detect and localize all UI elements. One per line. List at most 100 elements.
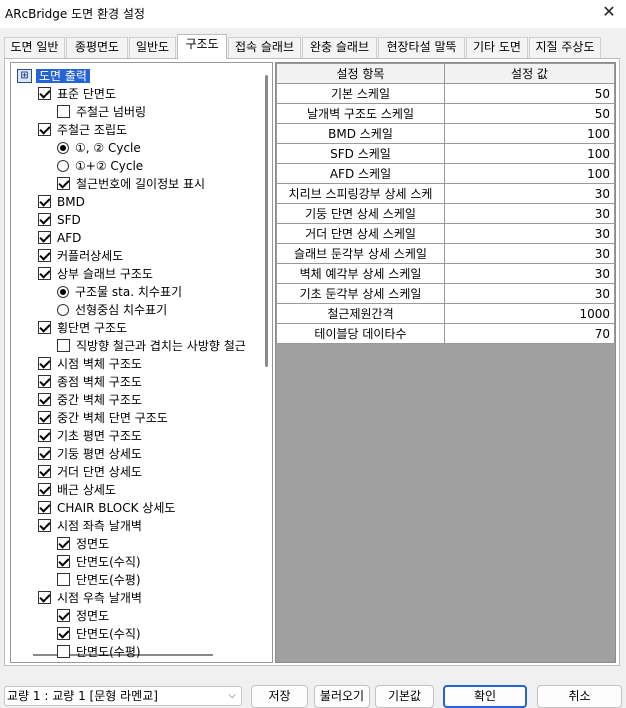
tab-item[interactable]: 구조도 (177, 34, 227, 59)
tree-item[interactable]: 단면도(수직) (57, 553, 141, 571)
setting-value-cell[interactable]: 30 (444, 243, 615, 264)
close-icon[interactable]: ✕ (600, 2, 618, 21)
tab-item[interactable]: 도면 일반 (4, 37, 65, 58)
checkbox[interactable] (38, 357, 51, 370)
checkbox[interactable] (38, 123, 51, 136)
save-button[interactable]: 저장 (251, 685, 308, 708)
setting-value-cell[interactable]: 30 (444, 203, 615, 224)
tree-item[interactable]: 중간 벽체 단면 구조도 (38, 409, 168, 427)
checkbox[interactable] (57, 627, 70, 640)
setting-value-cell[interactable]: 30 (444, 223, 615, 244)
checkbox[interactable] (57, 105, 70, 118)
tree-item[interactable]: 커플러상세도 (38, 247, 123, 265)
setting-value-cell[interactable]: 50 (444, 83, 615, 104)
checkbox[interactable] (57, 537, 70, 550)
tree-item[interactable]: 정면도 (57, 535, 109, 553)
tab-item[interactable]: 현장타설 말뚝 (378, 37, 465, 58)
checkbox[interactable] (38, 267, 51, 280)
checkbox[interactable] (57, 609, 70, 622)
checkbox[interactable] (57, 555, 70, 568)
tree-item[interactable]: ①, ② Cycle (57, 139, 141, 157)
tree-item[interactable]: 주철근 넘버링 (57, 103, 146, 121)
setting-value-cell[interactable]: 70 (444, 323, 615, 344)
ok-button[interactable]: 확인 (443, 685, 527, 708)
tree-item[interactable]: 시점 좌측 날개벽 (38, 517, 142, 535)
cancel-button[interactable]: 취소 (537, 685, 622, 708)
checkbox[interactable] (38, 411, 51, 424)
tree-item[interactable]: 표준 단면도 (38, 85, 116, 103)
setting-value-cell[interactable]: 100 (444, 123, 615, 144)
tree-item[interactable]: 기둥 평면 상세도 (38, 445, 142, 463)
tab-item[interactable]: 종평면도 (66, 37, 128, 58)
tree-item[interactable]: 시점 벽체 구조도 (38, 355, 142, 373)
tree-item[interactable]: 단면도(수평) (57, 571, 141, 589)
checkbox[interactable] (38, 213, 51, 226)
tree-vertical-scrollbar[interactable] (265, 75, 268, 367)
setting-value-cell[interactable]: 30 (444, 283, 615, 304)
tree-root-icon[interactable]: ⊞ (17, 68, 32, 83)
tab-item[interactable]: 일반도 (129, 37, 176, 58)
checkbox[interactable] (38, 87, 51, 100)
tab-item[interactable]: 기타 도면 (466, 37, 528, 58)
tree-item[interactable]: 시점 우측 날개벽 (38, 589, 142, 607)
grid-row: 거더 단면 상세 스케일 30 (276, 223, 615, 244)
setting-value-cell[interactable]: 30 (444, 263, 615, 284)
tree-item[interactable]: BMD (38, 193, 85, 211)
tree-item[interactable]: 중간 벽체 구조도 (38, 391, 142, 409)
tab-item[interactable]: 접속 슬래브 (228, 37, 301, 58)
checkbox[interactable] (57, 177, 70, 190)
tree-item[interactable]: AFD (38, 229, 81, 247)
tab-item[interactable]: 완충 슬래브 (302, 37, 377, 58)
radio-button[interactable] (57, 141, 69, 154)
radio-button[interactable] (57, 159, 69, 172)
radio-button[interactable] (57, 303, 69, 316)
tree-item[interactable]: 종점 벽체 구조도 (38, 373, 142, 391)
default-button[interactable]: 기본값 (375, 685, 434, 708)
tree-item[interactable]: 주철근 조립도 (38, 121, 127, 139)
checkbox[interactable] (38, 501, 51, 514)
tree-item[interactable]: 정면도 (57, 607, 109, 625)
checkbox[interactable] (38, 393, 51, 406)
tree-item[interactable]: SFD (38, 211, 81, 229)
tree-item[interactable]: 기초 평면 구조도 (38, 427, 142, 445)
checkbox[interactable] (38, 483, 51, 496)
checkbox[interactable] (38, 591, 51, 604)
tree-item[interactable]: 단면도(수직) (57, 625, 141, 643)
setting-value-cell[interactable]: 100 (444, 163, 615, 184)
tree-root-item[interactable]: ⊞ 도면 출력 (17, 67, 90, 85)
load-button[interactable]: 불러오기 (314, 685, 370, 708)
tab-item[interactable]: 지질 주상도 (529, 37, 601, 58)
checkbox[interactable] (38, 429, 51, 442)
checkbox[interactable] (38, 321, 51, 334)
tree-item[interactable]: 선형중심 치수표기 (57, 301, 167, 319)
grid-header-item[interactable]: 설정 항목 (276, 63, 445, 84)
tree-item[interactable]: 직방향 철근과 겹치는 사방향 철근 (57, 337, 246, 355)
tree-item[interactable]: 횡단면 구조도 (38, 319, 127, 337)
checkbox[interactable] (38, 249, 51, 262)
chevron-down-icon[interactable]: ⌵ (228, 687, 236, 705)
tree-item[interactable]: 거더 단면 상세도 (38, 463, 142, 481)
tree-item[interactable]: 배근 상세도 (38, 481, 116, 499)
setting-value-cell[interactable]: 100 (444, 143, 615, 164)
checkbox[interactable] (57, 573, 70, 586)
checkbox[interactable] (38, 231, 51, 244)
checkbox[interactable] (38, 465, 51, 478)
tree-item[interactable]: 단면도(수평) (57, 643, 141, 661)
tree-item[interactable]: ①+② Cycle (57, 157, 143, 175)
setting-value-cell[interactable]: 30 (444, 183, 615, 204)
checkbox[interactable] (57, 645, 70, 658)
setting-value-cell[interactable]: 50 (444, 103, 615, 124)
radio-button[interactable] (57, 285, 69, 298)
grid-header-value[interactable]: 설정 값 (444, 63, 615, 84)
checkbox[interactable] (38, 519, 51, 532)
checkbox[interactable] (38, 375, 51, 388)
tree-item[interactable]: 상부 슬래브 구조도 (38, 265, 153, 283)
setting-value-cell[interactable]: 1000 (444, 303, 615, 324)
checkbox[interactable] (57, 339, 70, 352)
tree-item[interactable]: CHAIR BLOCK 상세도 (38, 499, 175, 517)
bridge-select[interactable]: 교량 1 : 교량 1 [문형 라멘교] ⌵ (4, 686, 242, 706)
checkbox[interactable] (38, 195, 51, 208)
checkbox[interactable] (38, 447, 51, 460)
tree-item[interactable]: 구조물 sta. 치수표기 (57, 283, 182, 301)
tree-item[interactable]: 철근번호에 길이정보 표시 (57, 175, 205, 193)
